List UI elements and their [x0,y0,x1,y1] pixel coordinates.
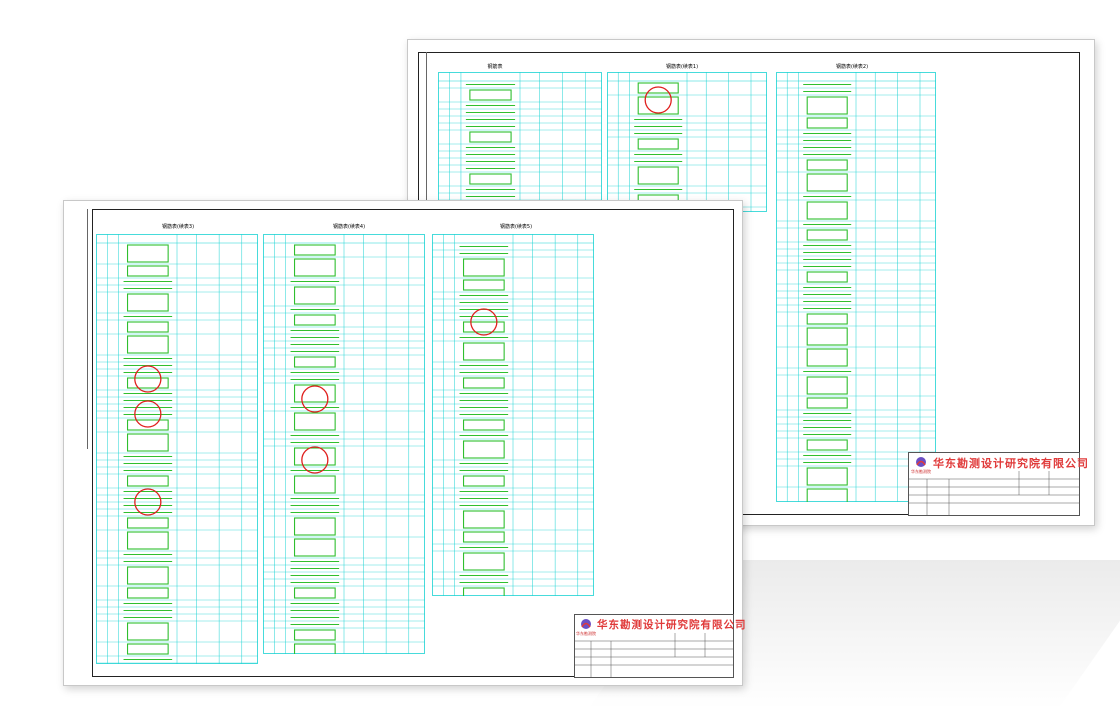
rebar-shape [806,313,848,325]
title-block-grid [909,471,1079,515]
rebar-shape [293,475,336,494]
rebar-shape [126,335,169,354]
rebar-shape [462,552,505,571]
table-title: 钢筋表(续表1) [665,64,699,70]
company-logo-icon [581,619,591,629]
highlight-circle [644,86,672,114]
rebar-shape [462,531,505,543]
rebar-shape [293,384,336,403]
rebar-shape [637,82,679,94]
rebar-shape [126,475,169,487]
rebar-shape [637,138,679,150]
rebar-table [263,234,425,654]
company-logo-icon [916,457,926,467]
table-title: 钢筋表(续表2) [835,64,869,70]
rebar-shape [462,377,505,389]
drawing-sheet-front: 钢筋表(续表3) 钢筋表(续表4) 钢筋表(续表5) 华东勘测院 华东勘测设计研… [63,200,746,686]
rebar-shape [806,173,848,192]
rebar-shape [462,419,505,431]
title-block: 华东勘测院 华东勘测设计研究院有限公司 [574,614,746,678]
table-title: 钢筋表(续表3) [161,224,195,230]
title-block-grid [575,633,733,677]
rebar-shape [462,510,505,529]
rebar-shape [126,643,169,655]
rebar-shape [126,531,169,550]
rebar-shape [806,467,848,486]
highlight-circle [301,446,329,474]
rebar-shape [637,96,679,115]
rebar-shape [462,321,505,333]
rebar-shape [293,258,336,277]
rebar-shape [293,643,336,654]
rebar-shape [126,293,169,312]
rebar-shape [806,488,848,502]
rebar-shape [293,587,336,599]
rebar-shape [806,376,848,395]
rebar-shape [806,271,848,283]
rebar-shape [806,229,848,241]
rebar-shape [806,397,848,409]
rebar-shape [462,258,505,277]
rebar-shape [806,439,848,451]
rebar-shape [293,314,336,326]
table-title: 钢筋表 [487,64,503,70]
rebar-shape [293,629,336,641]
rebar-shape [462,587,505,596]
rebar-shape [126,377,169,389]
rebar-shape [126,587,169,599]
company-name: 华东勘测设计研究院有限公司 [597,619,747,631]
table-title: 钢筋表(续表4) [332,224,366,230]
table-title: 钢筋表(续表5) [499,224,533,230]
rebar-shape [293,447,336,466]
rebar-shape [293,412,336,431]
rebar-shape [462,279,505,291]
rebar-shape [806,159,848,171]
rebar-shape [126,517,169,529]
rebar-table [438,72,602,202]
rebar-shape [126,566,169,585]
binding-margin [69,209,88,449]
rebar-shape [637,166,679,185]
rebar-shape [462,440,505,459]
rebar-shape [126,321,169,333]
rebar-shape [126,265,169,277]
rebar-shape [293,356,336,368]
rebar-shape [462,475,505,487]
rebar-shape [806,201,848,220]
rebar-table [96,234,258,664]
rebar-shape [293,244,336,256]
rebar-shape [293,286,336,305]
rebar-shape [806,348,848,367]
rebar-shape [126,244,169,263]
rebar-shape [469,89,512,101]
rebar-shape [293,538,336,557]
company-name: 华东勘测设计研究院有限公司 [933,457,1089,470]
rebar-shape [469,131,512,143]
rebar-shape [806,96,848,115]
rebar-table [776,72,936,502]
rebar-shape [462,342,505,361]
binding-margin [418,52,427,222]
rebar-shape [126,622,169,641]
highlight-circle [301,385,329,413]
title-block: 华东勘测院 华东勘测设计研究院有限公司 [908,452,1088,516]
rebar-shape [806,327,848,346]
rebar-shape [293,517,336,536]
rebar-table [607,72,767,212]
rebar-shape [806,117,848,129]
rebar-shape [126,433,169,452]
rebar-shape [126,419,169,431]
rebar-shape [469,173,512,185]
rebar-table [432,234,594,596]
